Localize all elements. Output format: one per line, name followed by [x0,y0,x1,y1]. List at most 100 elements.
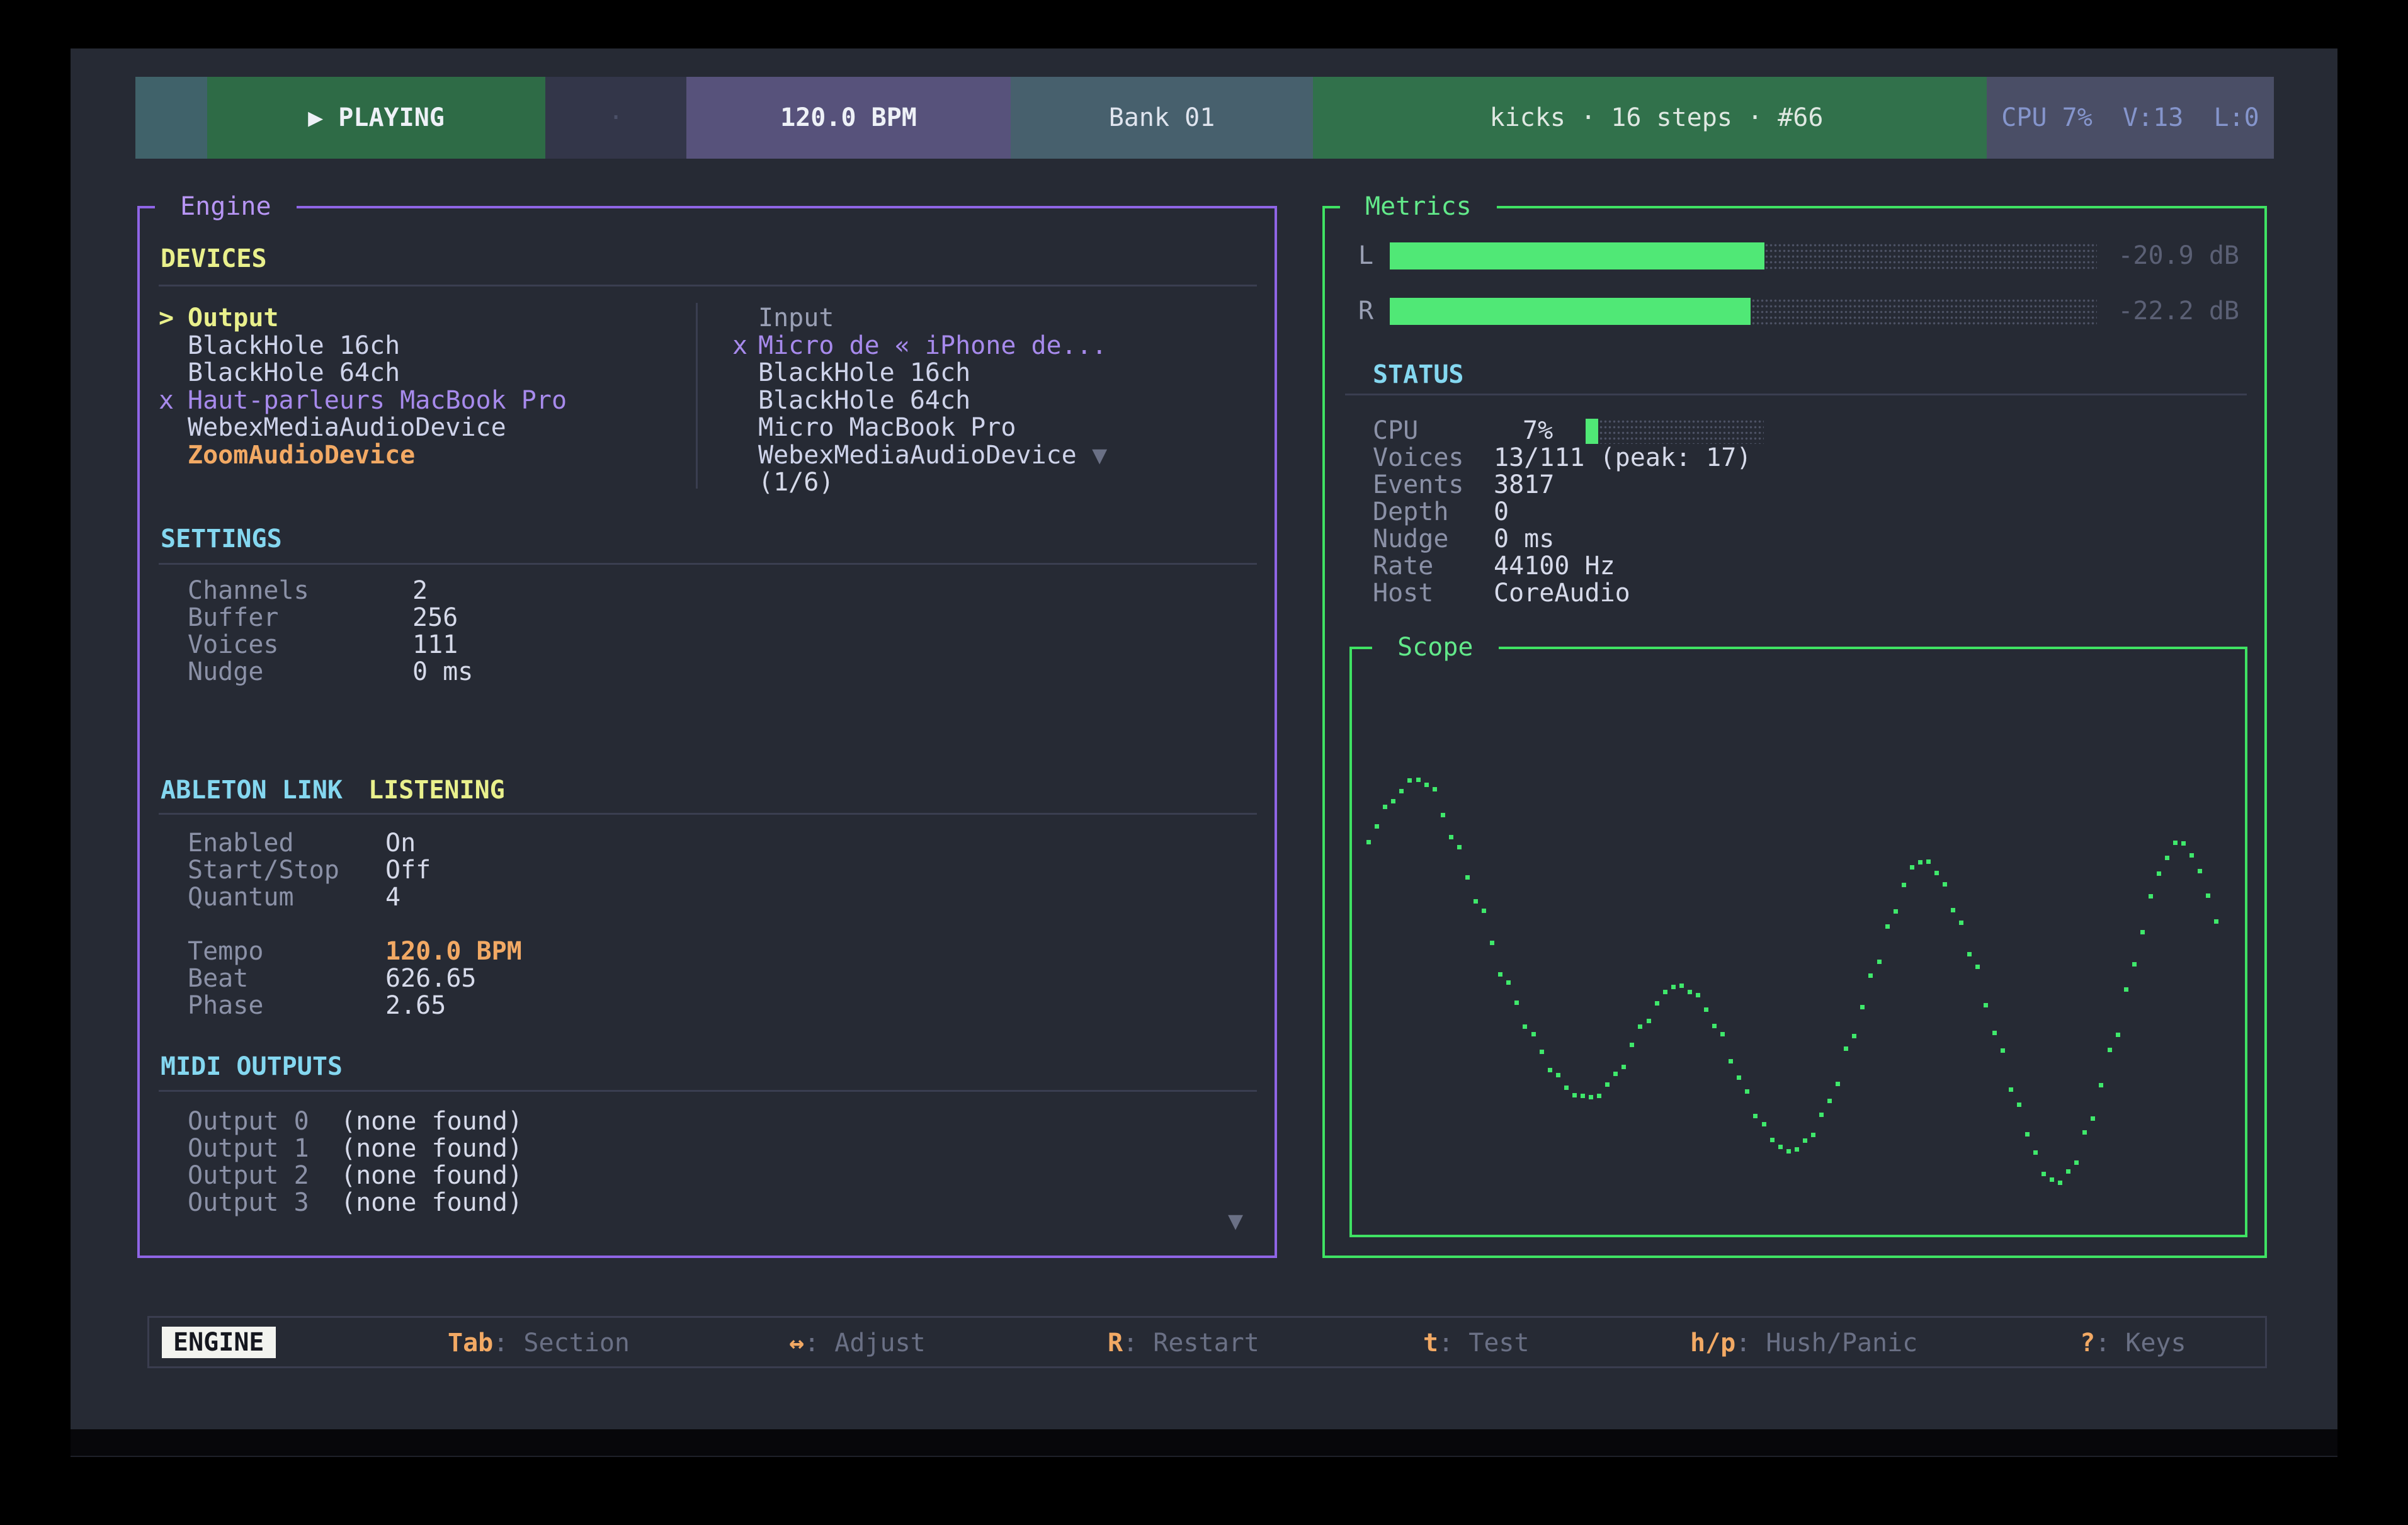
scope-dot [1934,871,1939,875]
scope-dot [2116,1033,2120,1037]
kv-label: CPU [1373,417,1418,445]
divider [159,285,1257,286]
kv-value: On [385,830,416,857]
kv-value: 0 ms [1494,526,1554,553]
scope-dot [1424,783,1429,787]
scope-dot [2066,1169,2070,1174]
scope-dot [1894,909,1898,914]
settings-header: SETTINGS [161,524,282,553]
scope-dot [1490,941,1494,945]
device-name: Output [188,305,279,332]
scope-dot [1613,1072,1618,1076]
kv-label: Depth [1373,499,1448,526]
scope-dot [1688,990,1692,994]
dropdown-arrow-icon: ▼ [1077,442,1107,469]
scope-dot [1745,1089,1749,1094]
scope-dot [1860,1005,1865,1009]
scope-dot [1556,1073,1560,1077]
scope-dot [2025,1132,2030,1137]
kv-value: 256 [412,604,458,632]
scope-dot [2042,1172,2046,1176]
scope-dot [1720,1032,1725,1036]
scope-dot [2058,1181,2062,1185]
kv-label: Host [1373,580,1433,607]
scope-dot [2165,856,2169,860]
topbar-segment-transport: ▶ PLAYING [207,77,545,159]
meter-db-value: -22.2 dB [2118,298,2239,325]
scope-dot [1655,1001,1659,1006]
scope-dot [1729,1059,1733,1063]
scope-dot [1383,805,1387,809]
scope-dot [1795,1147,1799,1152]
scope-dot [1630,1043,1634,1047]
scope-dot [1753,1114,1758,1118]
kv-label: Output 3 [188,1189,309,1216]
scope-dot [1671,985,1676,989]
scope-dot [1786,1149,1791,1154]
meter-label: R [1358,298,1373,325]
device-marker: x [159,387,174,414]
kv-value: 120.0 BPM [385,938,522,965]
divider [159,563,1257,565]
scope-dot [2099,1083,2103,1087]
meter-label: L [1358,242,1373,269]
scope-dot [1449,835,1453,839]
scope-dot [2082,1130,2087,1135]
kv-label: Voices [1373,445,1464,472]
scope-dot [2009,1087,2013,1092]
ableton-link-header: ABLETON LINK [161,776,343,805]
scope-dot [1621,1065,1626,1069]
scope-dot [1589,1095,1593,1099]
kv-label: Nudge [188,659,263,686]
scroll-more-icon[interactable]: ▼ [1228,1206,1243,1235]
scope-dot [1572,1093,1577,1097]
hint-test: t: Test [1423,1329,1530,1358]
hint-restart: R: Restart [1108,1329,1259,1358]
kv-value: (none found) [341,1189,523,1216]
scope-waveform [1352,649,2245,1235]
scope-dot [1548,1068,1552,1072]
window-shadow [71,1429,2337,1457]
device-name: Haut-parleurs MacBook Pro [188,387,567,414]
hint-desc: : Test [1438,1329,1530,1358]
scope-dot [1433,787,1437,791]
bottom-hint-bar: ENGINE Tab: Section↔: AdjustR: Restartt:… [147,1316,2267,1368]
scope-dot [1482,909,1486,913]
scope-dot [1926,859,1931,864]
topbar-segment-separator: · [545,77,686,159]
scope-dot [1910,865,1914,870]
kv-label: Start/Stop [188,857,339,884]
scope-dot [1638,1024,1642,1029]
scope-dot [1564,1086,1569,1090]
scope-dot [1375,824,1379,829]
kv-value: CoreAudio [1494,580,1630,607]
midi-outputs-header: MIDI OUTPUTS [161,1052,343,1081]
hint-section: Tab: Section [448,1329,630,1358]
kv-value: 3817 [1494,472,1554,499]
kv-label: Beat [188,965,248,992]
scope-dot [1975,965,1980,969]
hint-desc: : Keys [2095,1329,2186,1358]
scope-dot [2001,1048,2005,1053]
hint-keys: ?: Keys [2080,1329,2186,1358]
cpu-meter-fill [1586,419,1598,444]
divider [159,1090,1257,1092]
scope-dot [1803,1138,1807,1143]
scope-dot [1514,1001,1519,1005]
metrics-panel-title: Metrics [1340,192,1497,221]
scope-dot [1836,1082,1840,1086]
hint-desc: : Section [493,1329,630,1358]
kv-value: 4 [385,884,400,911]
scope-dot [1762,1122,1766,1126]
meter-fill [1390,242,1764,269]
scope-dot [2124,987,2128,992]
scope-dot [2132,962,2137,967]
device-name: WebexMediaAudioDevice [188,414,506,441]
kv-value: 44100 Hz [1494,553,1615,580]
topbar-segment-tempo: 120.0 BPM [686,77,1011,159]
scope-dot [1696,993,1700,997]
scope-dot [2157,871,2161,876]
hint-desc: : Restart [1123,1329,1259,1358]
hint-hush-panic: h/p: Hush/Panic [1690,1329,1917,1358]
topbar-segment-stats: CPU 7% V:13 L:0 [1987,77,2274,159]
